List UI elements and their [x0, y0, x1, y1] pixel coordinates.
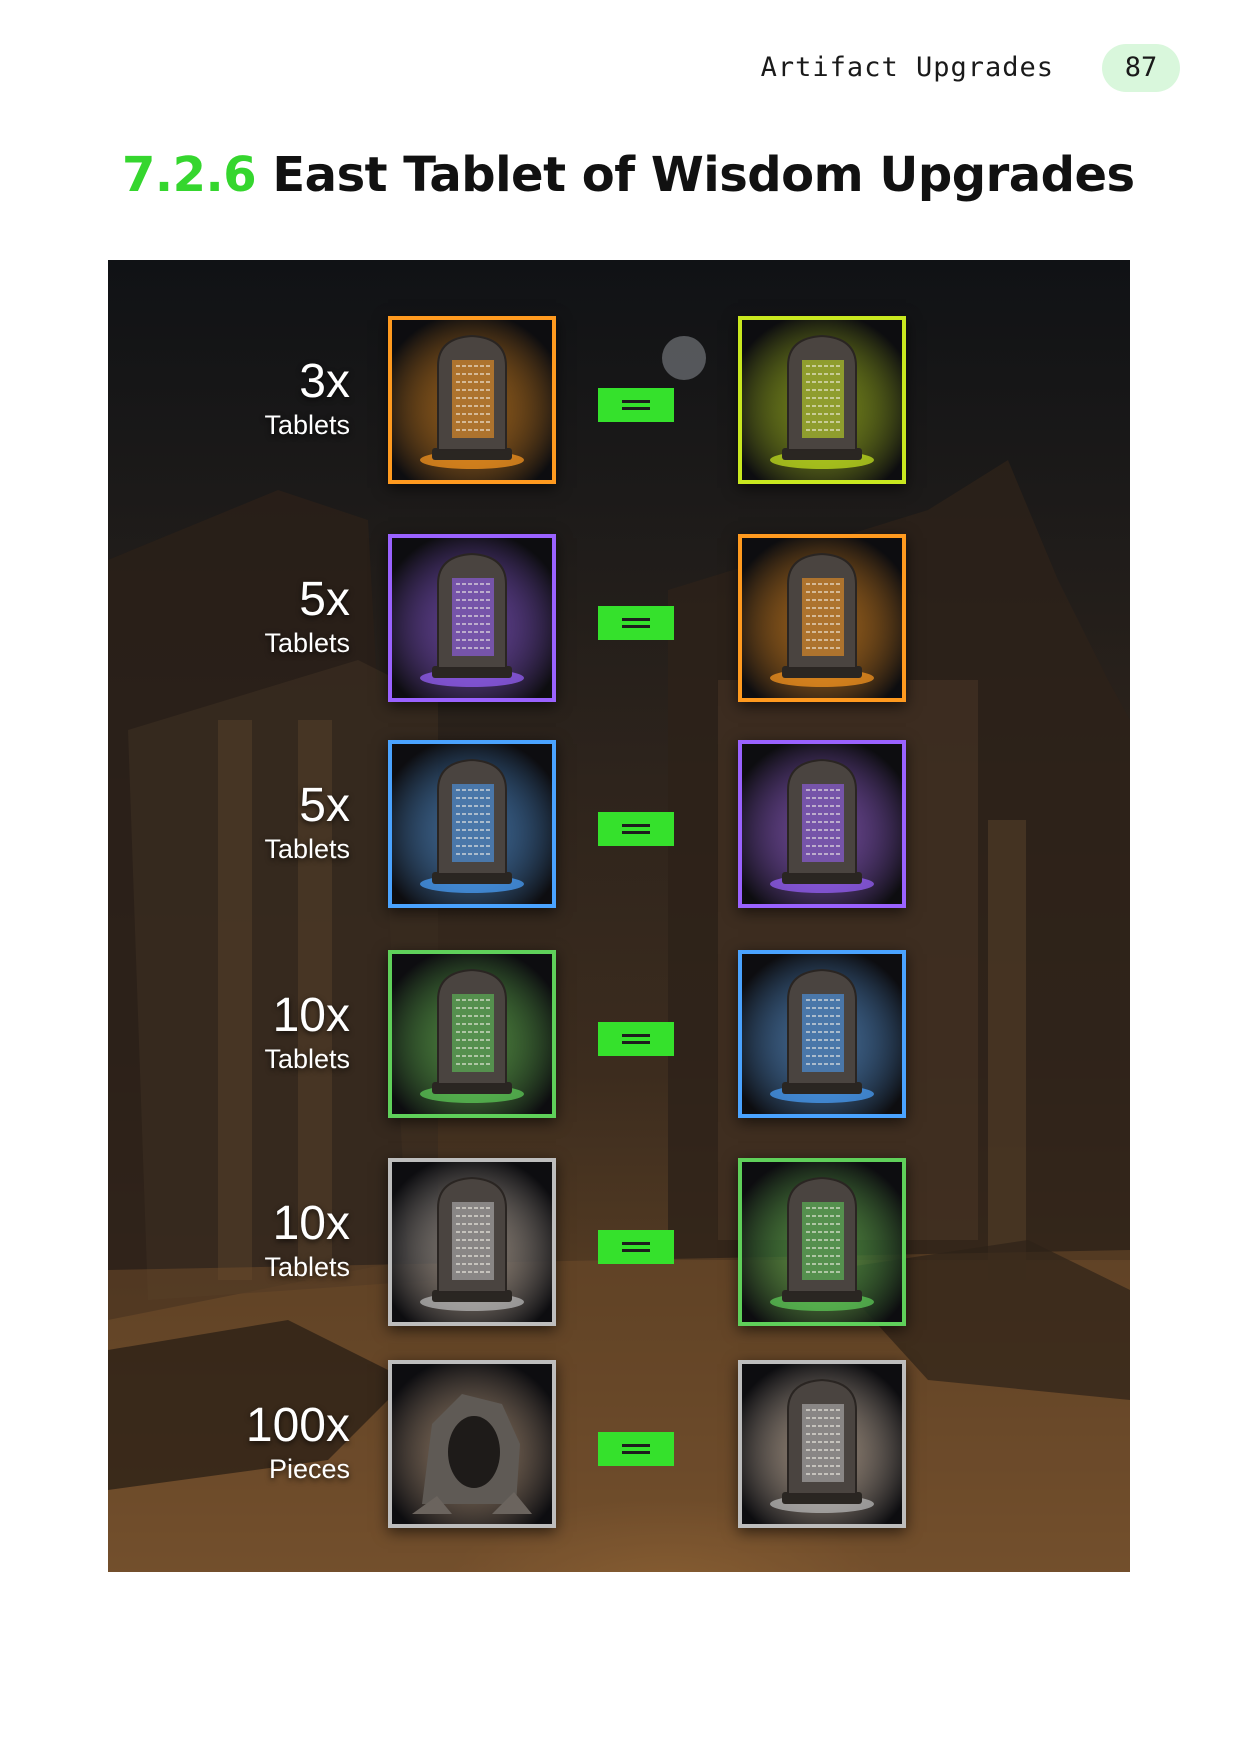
upgrade-quantity: 10x Tablets — [264, 1198, 350, 1284]
broken-tablet-icon — [392, 1364, 552, 1524]
tablet-icon — [392, 954, 552, 1114]
quantity-number: 5x — [299, 573, 350, 626]
output-tablet-tile — [738, 1360, 906, 1528]
input-tablet-tile — [388, 740, 556, 908]
equals-icon — [598, 1022, 674, 1056]
tablet-icon — [742, 1364, 902, 1524]
input-tablet-tile — [388, 316, 556, 484]
section-heading: 7.2.6 East Tablet of Wisdom Upgrades — [122, 142, 1135, 208]
input-tablet-tile — [388, 1158, 556, 1326]
upgrade-row: 3x Tablets — [108, 316, 1130, 484]
input-tablet-tile — [388, 534, 556, 702]
upgrade-quantity: 5x Tablets — [264, 574, 350, 660]
tablet-icon — [392, 1162, 552, 1322]
output-tablet-tile — [738, 740, 906, 908]
quantity-number: 10x — [272, 1197, 350, 1250]
running-header-title: Artifact Upgrades — [760, 52, 1054, 83]
tablet-icon — [392, 744, 552, 904]
tablet-icon — [742, 538, 902, 698]
input-tablet-tile — [388, 1360, 556, 1528]
tablet-icon — [742, 320, 902, 480]
upgrade-row: 10x Tablets — [108, 1158, 1130, 1326]
quantity-unit: Tablets — [264, 834, 350, 864]
upgrade-row: 10x Tablets — [108, 950, 1130, 1118]
tablet-icon — [742, 954, 902, 1114]
section-number: 7.2.6 — [122, 147, 257, 203]
upgrade-quantity: 5x Tablets — [264, 780, 350, 866]
quantity-unit: Tablets — [264, 410, 350, 440]
upgrade-quantity: 10x Tablets — [264, 990, 350, 1076]
quantity-unit: Tablets — [264, 1252, 350, 1282]
equals-icon — [598, 1230, 674, 1264]
upgrade-quantity: 100x Pieces — [246, 1400, 350, 1486]
section-title: East Tablet of Wisdom Upgrades — [272, 147, 1135, 203]
upgrade-quantity: 3x Tablets — [264, 356, 350, 442]
output-tablet-tile — [738, 1158, 906, 1326]
quantity-unit: Tablets — [264, 1044, 350, 1074]
equals-icon — [598, 388, 674, 422]
tablet-icon — [742, 744, 902, 904]
tablet-icon — [392, 538, 552, 698]
quantity-unit: Pieces — [268, 1454, 350, 1484]
output-tablet-tile — [738, 316, 906, 484]
upgrade-row: 5x Tablets — [108, 740, 1130, 908]
upgrade-row: 100x Pieces — [108, 1360, 1130, 1528]
page-number-badge: 87 — [1102, 44, 1180, 92]
equals-icon — [598, 812, 674, 846]
quantity-number: 5x — [299, 779, 350, 832]
upgrade-row: 5x Tablets — [108, 534, 1130, 702]
tablet-icon — [392, 320, 552, 480]
equals-icon — [598, 606, 674, 640]
quantity-number: 100x — [245, 1399, 350, 1452]
output-tablet-tile — [738, 950, 906, 1118]
input-tablet-tile — [388, 950, 556, 1118]
tablet-icon — [742, 1162, 902, 1322]
output-tablet-tile — [738, 534, 906, 702]
upgrade-chart-illustration: 3x Tablets 5x Tablets 5x Tablets 10x Tablets 10x… — [108, 260, 1130, 1572]
quantity-unit: Tablets — [264, 628, 350, 658]
equals-icon — [598, 1432, 674, 1466]
quantity-number: 3x — [299, 355, 350, 408]
quantity-number: 10x — [272, 989, 350, 1042]
